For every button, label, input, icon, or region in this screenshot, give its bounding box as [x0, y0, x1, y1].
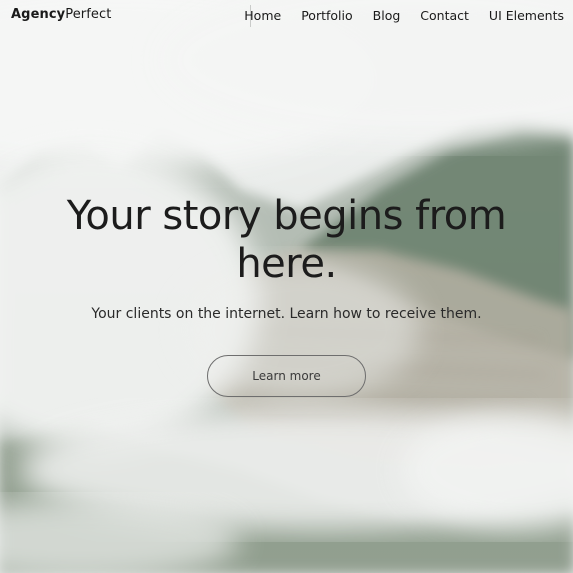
hero-title: Your story begins from here. [0, 192, 573, 288]
navbar: AgencyPerfect Home Portfolio Blog Contac… [0, 0, 573, 32]
nav-link-home[interactable]: Home [244, 8, 281, 23]
nav-link-ui-elements[interactable]: UI Elements [489, 8, 564, 23]
nav-link-blog[interactable]: Blog [373, 8, 401, 23]
hero-subtitle: Your clients on the internet. Learn how … [91, 306, 482, 322]
learn-more-button[interactable]: Learn more [207, 355, 366, 397]
brand-light-text: Perfect [65, 7, 112, 22]
hero-title-line2: here. [236, 241, 337, 287]
hero-title-line1: Your story begins from [66, 193, 507, 239]
brand-logo[interactable]: AgencyPerfect [11, 7, 111, 22]
nav-links: Home Portfolio Blog Contact UI Elements [224, 8, 564, 23]
nav-link-portfolio[interactable]: Portfolio [301, 8, 352, 23]
nav-link-contact[interactable]: Contact [420, 8, 469, 23]
brand-bold-text: Agency [11, 7, 66, 22]
